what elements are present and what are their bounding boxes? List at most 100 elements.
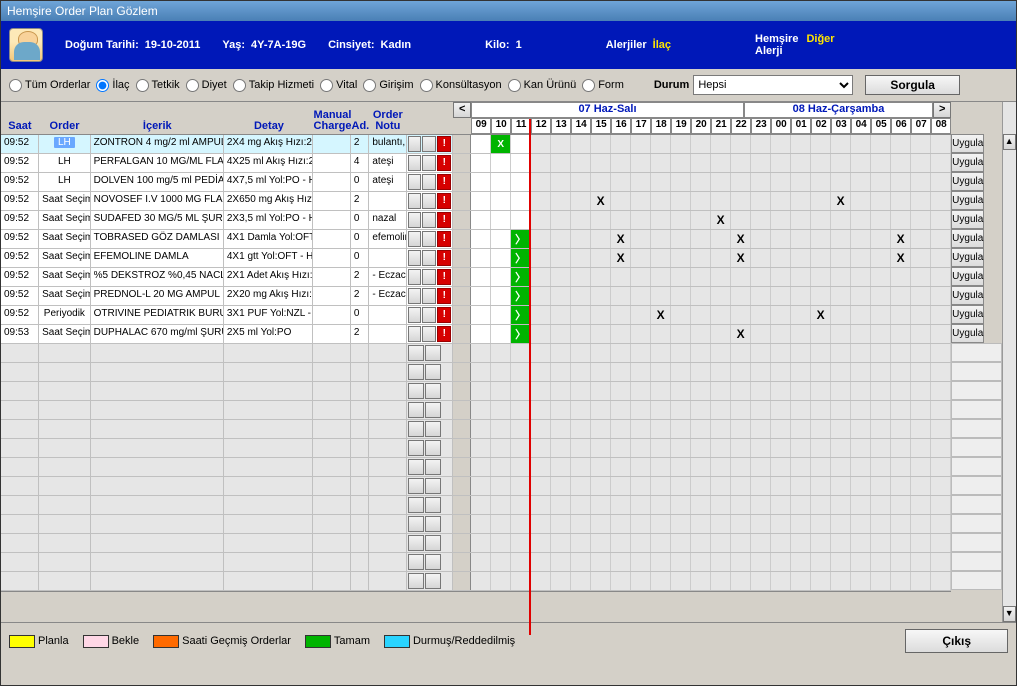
timeline-cell[interactable] xyxy=(651,363,671,381)
timeline-cell[interactable] xyxy=(591,363,611,381)
apply-button[interactable]: Uygula xyxy=(951,248,984,267)
timeline-cell[interactable] xyxy=(811,287,831,305)
timeline-cell[interactable] xyxy=(871,344,891,362)
timeline-cell[interactable] xyxy=(831,249,851,267)
timeline-cell[interactable] xyxy=(931,401,951,419)
timeline-cell[interactable] xyxy=(851,154,871,172)
timeline-cell[interactable] xyxy=(751,477,771,495)
timeline-cell[interactable] xyxy=(891,192,911,210)
timeline-cell[interactable] xyxy=(731,401,751,419)
timeline-cell[interactable] xyxy=(851,477,871,495)
timeline-cell[interactable] xyxy=(531,173,551,191)
timeline-cell[interactable] xyxy=(731,154,751,172)
row-btn-1[interactable] xyxy=(408,136,422,152)
timeline-cell[interactable] xyxy=(871,458,891,476)
timeline-cell[interactable] xyxy=(611,287,631,305)
apply-button[interactable]: Uygula xyxy=(951,267,984,286)
timeline-cell[interactable] xyxy=(751,458,771,476)
timeline-cell[interactable] xyxy=(511,135,531,153)
row-btn-1[interactable] xyxy=(408,174,422,190)
timeline-cell[interactable] xyxy=(931,439,951,457)
scroll-down-icon[interactable]: ▼ xyxy=(1003,606,1016,622)
timeline-cell[interactable] xyxy=(791,401,811,419)
timeline-cell[interactable] xyxy=(731,192,751,210)
timeline-cell[interactable] xyxy=(531,496,551,514)
timeline-cell[interactable] xyxy=(931,496,951,514)
timeline-cell[interactable] xyxy=(471,135,491,153)
timeline-cell[interactable] xyxy=(871,363,891,381)
timeline-cell[interactable] xyxy=(851,420,871,438)
timeline-cell[interactable] xyxy=(491,553,511,571)
timeline-cell[interactable] xyxy=(671,173,691,191)
timeline-cell[interactable] xyxy=(871,268,891,286)
timeline-cell[interactable] xyxy=(571,420,591,438)
timeline-cell[interactable] xyxy=(871,173,891,191)
timeline-cell[interactable] xyxy=(551,249,571,267)
timeline-cell[interactable] xyxy=(891,515,911,533)
timeline-cell[interactable] xyxy=(471,268,491,286)
timeline-cell[interactable]: X xyxy=(731,249,751,267)
timeline-cell[interactable] xyxy=(811,211,831,229)
timeline-cell[interactable] xyxy=(831,496,851,514)
row-btn-1[interactable] xyxy=(408,383,424,399)
row-btn-1[interactable] xyxy=(408,364,424,380)
timeline-cell[interactable] xyxy=(571,154,591,172)
timeline-cell[interactable] xyxy=(731,534,751,552)
timeline-cell[interactable] xyxy=(931,515,951,533)
timeline-cell[interactable] xyxy=(891,268,911,286)
timeline-cell[interactable] xyxy=(551,344,571,362)
timeline-cell[interactable] xyxy=(491,192,511,210)
timeline-cell[interactable] xyxy=(851,401,871,419)
timeline-cell[interactable] xyxy=(591,249,611,267)
timeline-cell[interactable] xyxy=(731,553,751,571)
alert-icon[interactable]: ! xyxy=(437,155,451,171)
row-btn-1[interactable] xyxy=(408,459,424,475)
apply-button[interactable]: Uygula xyxy=(951,286,984,305)
timeline-cell[interactable] xyxy=(631,572,651,590)
row-btn-1[interactable] xyxy=(408,516,424,532)
table-row[interactable] xyxy=(1,439,453,458)
timeline-cell[interactable] xyxy=(911,496,931,514)
timeline-cell[interactable] xyxy=(711,534,731,552)
timeline-cell[interactable] xyxy=(591,477,611,495)
timeline-cell[interactable] xyxy=(551,325,571,343)
table-row[interactable] xyxy=(1,515,453,534)
timeline-cell[interactable] xyxy=(631,192,651,210)
timeline-cell[interactable] xyxy=(671,439,691,457)
timeline-cell[interactable] xyxy=(791,154,811,172)
timeline-cell[interactable] xyxy=(851,287,871,305)
timeline-cell[interactable] xyxy=(631,211,651,229)
row-btn-2[interactable] xyxy=(422,212,436,228)
timeline-cell[interactable] xyxy=(591,325,611,343)
timeline-cell[interactable] xyxy=(751,553,771,571)
timeline-cell[interactable] xyxy=(471,553,491,571)
timeline-cell[interactable] xyxy=(631,420,651,438)
timeline-cell[interactable] xyxy=(911,458,931,476)
filter-radio-takip hizmeti[interactable]: Takip Hizmeti xyxy=(233,79,314,92)
timeline-cell[interactable] xyxy=(591,572,611,590)
timeline-cell[interactable] xyxy=(571,230,591,248)
timeline-cell[interactable] xyxy=(651,325,671,343)
timeline-cell[interactable]: X xyxy=(611,230,631,248)
timeline-cell[interactable] xyxy=(851,439,871,457)
timeline-cell[interactable] xyxy=(791,382,811,400)
timeline-cell[interactable] xyxy=(831,230,851,248)
timeline-cell[interactable] xyxy=(791,268,811,286)
timeline-cell[interactable] xyxy=(791,249,811,267)
timeline-cell[interactable] xyxy=(531,572,551,590)
timeline-cell[interactable] xyxy=(631,287,651,305)
timeline-cell[interactable] xyxy=(871,439,891,457)
row-btn-1[interactable] xyxy=(408,535,424,551)
timeline-cell[interactable] xyxy=(911,477,931,495)
timeline-cell[interactable] xyxy=(811,173,831,191)
timeline-cell[interactable] xyxy=(491,572,511,590)
timeline-cell[interactable] xyxy=(831,515,851,533)
timeline-cell[interactable] xyxy=(691,211,711,229)
timeline-cell[interactable] xyxy=(871,496,891,514)
timeline-cell[interactable] xyxy=(571,192,591,210)
timeline-cell[interactable] xyxy=(751,135,771,153)
timeline-cell[interactable] xyxy=(671,496,691,514)
timeline-cell[interactable] xyxy=(631,439,651,457)
apply-button[interactable]: Uygula xyxy=(951,191,984,210)
timeline-cell[interactable] xyxy=(911,211,931,229)
